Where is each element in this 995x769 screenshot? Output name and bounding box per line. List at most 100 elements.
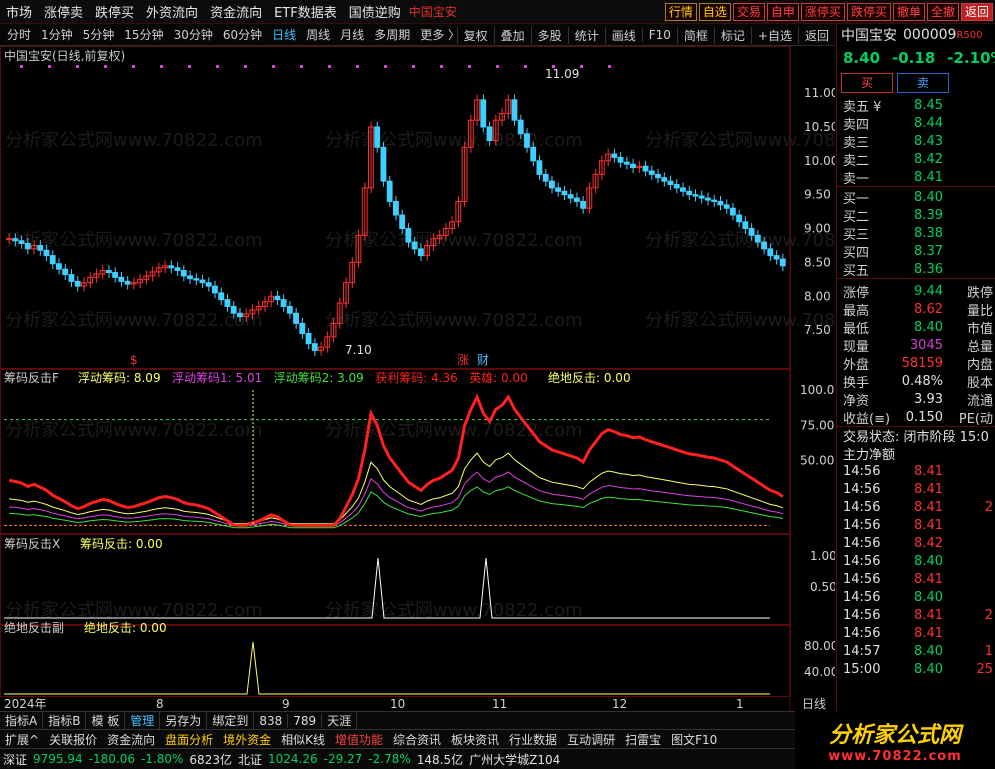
quick-button-3[interactable]: 自申 [766, 3, 799, 21]
indicator-tab-2[interactable]: 模 板 [86, 712, 126, 729]
status-item-10: 广州大学城Z104 [469, 752, 561, 767]
bid-row-1-cell-1: 8.39 [914, 207, 943, 223]
chart-tool-0[interactable]: 复权 [456, 26, 494, 44]
candle-body-111 [698, 195, 705, 199]
mark-s: $ [130, 353, 138, 367]
indicator-tab-1[interactable]: 指标B [43, 712, 87, 729]
pane-d-legend: 绝地反击: 0.00 [84, 620, 167, 635]
period-tab-8[interactable]: 月线 [335, 26, 369, 43]
chart-tool-1[interactable]: 叠加 [493, 26, 531, 44]
buy-button[interactable]: 买 [841, 73, 893, 93]
chart-tool-5[interactable]: F10 [641, 28, 677, 42]
quick-button-6[interactable]: 撤单 [892, 3, 925, 21]
period-tab-5[interactable]: 60分钟 [218, 26, 267, 43]
chart-tool-7[interactable]: 标记 [713, 26, 751, 44]
candle-body-64 [405, 228, 412, 243]
tick-row-1-cell-0: 14:56 [843, 481, 881, 497]
quick-button-8[interactable]: 返回 [960, 3, 993, 21]
ask-row-0-cell-1: 8.45 [914, 97, 943, 113]
menu-item-2[interactable]: 跌停买 [89, 2, 140, 21]
stat-row-0-cell-1: 9.44 [914, 283, 943, 299]
bid-row-4: 买五 8.36 [837, 260, 995, 279]
function-tab-9[interactable]: 行业数据 [504, 731, 562, 748]
function-tab-11[interactable]: 扫雷宝 [620, 731, 666, 748]
price-tick-4: 9.00 [804, 222, 831, 236]
indicator-tab-7[interactable]: 789 [288, 713, 323, 728]
menu-item-0[interactable]: 市场 [0, 2, 38, 21]
tick-row-7: 14:56 8.40 [837, 588, 995, 606]
quick-button-7[interactable]: 全撤 [926, 3, 959, 21]
stat-row-5: 换手 0.48% 股本 [837, 372, 995, 391]
quick-button-4[interactable]: 涨停买 [800, 3, 845, 21]
menu-item-4[interactable]: 资金流向 [204, 2, 268, 21]
period-tab-1[interactable]: 1分钟 [36, 26, 78, 43]
period-tab-7[interactable]: 周线 [301, 26, 335, 43]
menu-item-5[interactable]: ETF数据表 [268, 2, 343, 21]
candle-body-29 [187, 275, 193, 280]
status-item-0: 深证 [3, 752, 28, 767]
indicator-tab-5[interactable]: 绑定到 [207, 712, 255, 729]
price-tick-5: 8.50 [804, 255, 831, 269]
period-tab-0[interactable]: 分时 [2, 26, 36, 43]
stat-row-5-cell-0: 换手 [843, 375, 870, 391]
price-tick-1: 10.50 [804, 120, 835, 134]
menu-item-3[interactable]: 外资流向 [140, 2, 204, 21]
function-tab-4[interactable]: 境外资金 [218, 731, 276, 748]
candle-body-10 [68, 274, 75, 282]
period-tab-3[interactable]: 15分钟 [119, 26, 168, 43]
indicator-tab-3[interactable]: 管理 [125, 712, 161, 729]
quick-button-5[interactable]: 跌停买 [846, 3, 891, 21]
period-tab-2[interactable]: 5分钟 [78, 26, 120, 43]
chart-tool-6[interactable]: 简框 [676, 26, 714, 44]
x-label-0: 2024年 [4, 697, 47, 711]
function-tab-3[interactable]: 盘面分析 [160, 731, 218, 748]
chart-tools: 复权 叠加 多股 统计 画线 F10 简框 标记 +自选 返回 [456, 24, 835, 45]
function-tab-1[interactable]: 关联报价 [44, 731, 102, 748]
function-tab-12[interactable]: 图文F10 [666, 731, 722, 748]
signal-dot-21 [608, 65, 611, 68]
function-tab-0[interactable]: 扩展^ [0, 731, 44, 748]
period-tab-4[interactable]: 30分钟 [169, 26, 218, 43]
brand-url: www.70822.com [828, 748, 962, 764]
chart-tool-9[interactable]: 返回 [797, 26, 835, 44]
bid-row-2-cell-1: 8.38 [914, 225, 943, 241]
candle-body-102 [642, 165, 649, 172]
stat-row-6-cell-1: 3.93 [914, 391, 943, 407]
indicator-tab-4[interactable]: 另存为 [160, 712, 208, 729]
indicator-tab-8[interactable]: 天涯 [322, 712, 358, 729]
chart-area: 分析家公式网www.70822.com 分析家公式网www.70822.com 分析… [0, 46, 835, 711]
function-tab-2[interactable]: 资金流向 [102, 731, 160, 748]
function-tab-6[interactable]: 增值功能 [330, 731, 388, 748]
pane-f-legend-4: 英雄: 0.00 [469, 370, 528, 385]
function-tab-7[interactable]: 综合资讯 [388, 731, 446, 748]
indicator-tab-6[interactable]: 838 [254, 713, 289, 728]
menu-item-6[interactable]: 国债逆购 [343, 2, 407, 21]
function-tab-5[interactable]: 相似K线 [276, 731, 330, 748]
tick-row-10: 14:57 8.40 1 [837, 642, 995, 660]
quote-price-cell-0: 8.40 [843, 49, 881, 67]
indicator-tab-0[interactable]: 指标A [0, 712, 44, 729]
quick-button-2[interactable]: 交易 [732, 3, 765, 21]
candle-body-87 [548, 180, 555, 189]
candle-body-90 [567, 194, 574, 199]
function-tab-8[interactable]: 板块资讯 [446, 731, 504, 748]
chart-tool-2[interactable]: 多股 [530, 26, 568, 44]
sell-button[interactable]: 卖 [897, 73, 949, 93]
chart-tool-8[interactable]: +自选 [750, 26, 798, 44]
tick-row-6: 14:56 8.41 [837, 570, 995, 588]
tick-row-4-cell-0: 14:56 [843, 535, 881, 551]
function-tab-10[interactable]: 互动调研 [562, 731, 620, 748]
candle-body-83 [524, 133, 530, 148]
quick-button-1[interactable]: 自选 [698, 3, 731, 21]
status-item-1: 9795.94 [33, 752, 83, 766]
period-tab-9[interactable]: 多周期 [369, 26, 415, 43]
quick-button-0[interactable]: 行情 [664, 3, 697, 21]
period-tab-6[interactable]: 日线 [267, 26, 301, 43]
stat-row-2-cell-0: 最低 [843, 321, 870, 337]
chart-tool-4[interactable]: 画线 [604, 26, 642, 44]
menu-item-1[interactable]: 涨停卖 [38, 2, 89, 21]
candle-body-106 [667, 180, 674, 186]
chart-tool-3[interactable]: 统计 [567, 26, 605, 44]
tick-row-2-cell-0: 14:56 [843, 499, 881, 515]
candle-body-35 [224, 299, 231, 307]
